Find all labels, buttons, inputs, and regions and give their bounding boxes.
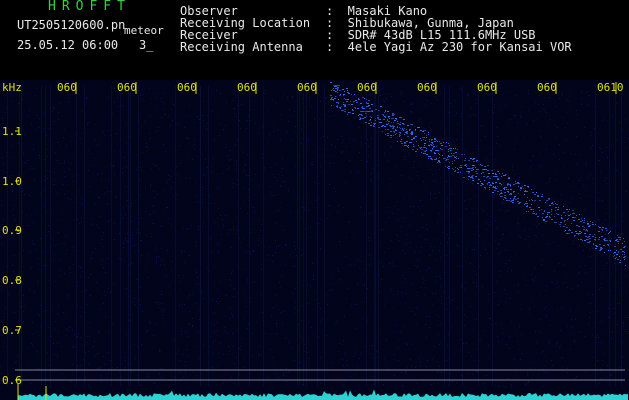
spectrogram[interactable]: 1.1 1.0 0.9 0.8 0.7 0.6 060 060 060 060 060 060 060… (0, 80, 629, 400)
x-tick-label: 060 (297, 81, 317, 94)
x-tick-label: 0610 (597, 81, 624, 94)
antenna-label: Receiving Antenna (180, 40, 303, 54)
date-time: 25.05.12 06:00 (17, 38, 119, 52)
header-panel: HROFFT UT2505120600.pn meteor 25.05.12 0… (0, 0, 629, 80)
x-tick-label: 060 (177, 81, 197, 94)
counter: 3_ (139, 38, 154, 52)
file-name: UT2505120600.pn (17, 18, 126, 32)
y-unit-label: kHz (2, 81, 22, 94)
file-tag: meteor (124, 24, 164, 37)
x-tick-label: 060 (237, 81, 257, 94)
x-tick-label: 060 (537, 81, 557, 94)
antenna-value: : 4ele Yagi Az 230 for Kansai VOR (326, 40, 572, 54)
app-title: HROFFT (48, 0, 131, 14)
spectrogram-background (0, 80, 629, 400)
x-tick-label: 060 (417, 81, 437, 94)
x-tick-label: 060 (477, 81, 497, 94)
x-tick-label: 060 (357, 81, 377, 94)
x-tick-label: 060 (57, 81, 77, 94)
x-tick-label: 060 (117, 81, 137, 94)
